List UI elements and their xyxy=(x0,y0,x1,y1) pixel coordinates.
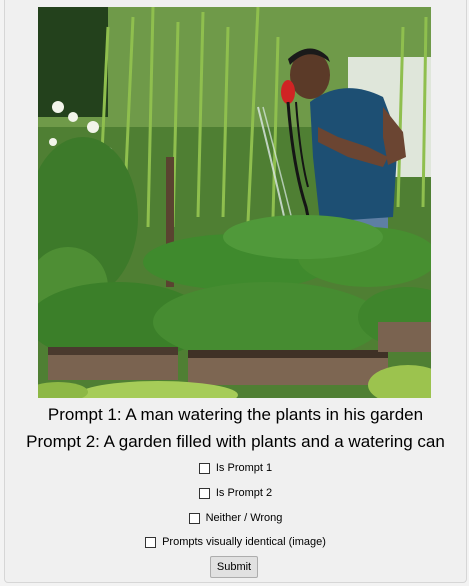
submit-button[interactable]: Submit xyxy=(210,556,258,578)
rating-window: Prompt 1: A man watering the plants in h… xyxy=(4,0,467,583)
is-prompt-2-checkbox[interactable] xyxy=(198,487,210,499)
is-prompt-2-option[interactable]: Is Prompt 2 xyxy=(5,487,466,499)
neither-option[interactable]: Neither / Wrong xyxy=(5,512,466,524)
neither-label: Neither / Wrong xyxy=(205,512,283,524)
identical-label: Prompts visually identical (image) xyxy=(162,536,326,548)
prompt-2-text: Prompt 2: A garden filled with plants an… xyxy=(26,432,445,451)
is-prompt-1-option[interactable]: Is Prompt 1 xyxy=(5,462,466,474)
is-prompt-1-checkbox[interactable] xyxy=(198,462,210,474)
identical-option[interactable]: Prompts visually identical (image) xyxy=(5,536,466,548)
is-prompt-1-label: Is Prompt 1 xyxy=(215,462,273,474)
prompt-1-text: Prompt 1: A man watering the plants in h… xyxy=(47,405,424,424)
identical-checkbox[interactable] xyxy=(145,536,157,548)
is-prompt-2-label: Is Prompt 2 xyxy=(215,487,273,499)
garden-photo xyxy=(38,7,431,398)
neither-checkbox[interactable] xyxy=(188,512,200,524)
